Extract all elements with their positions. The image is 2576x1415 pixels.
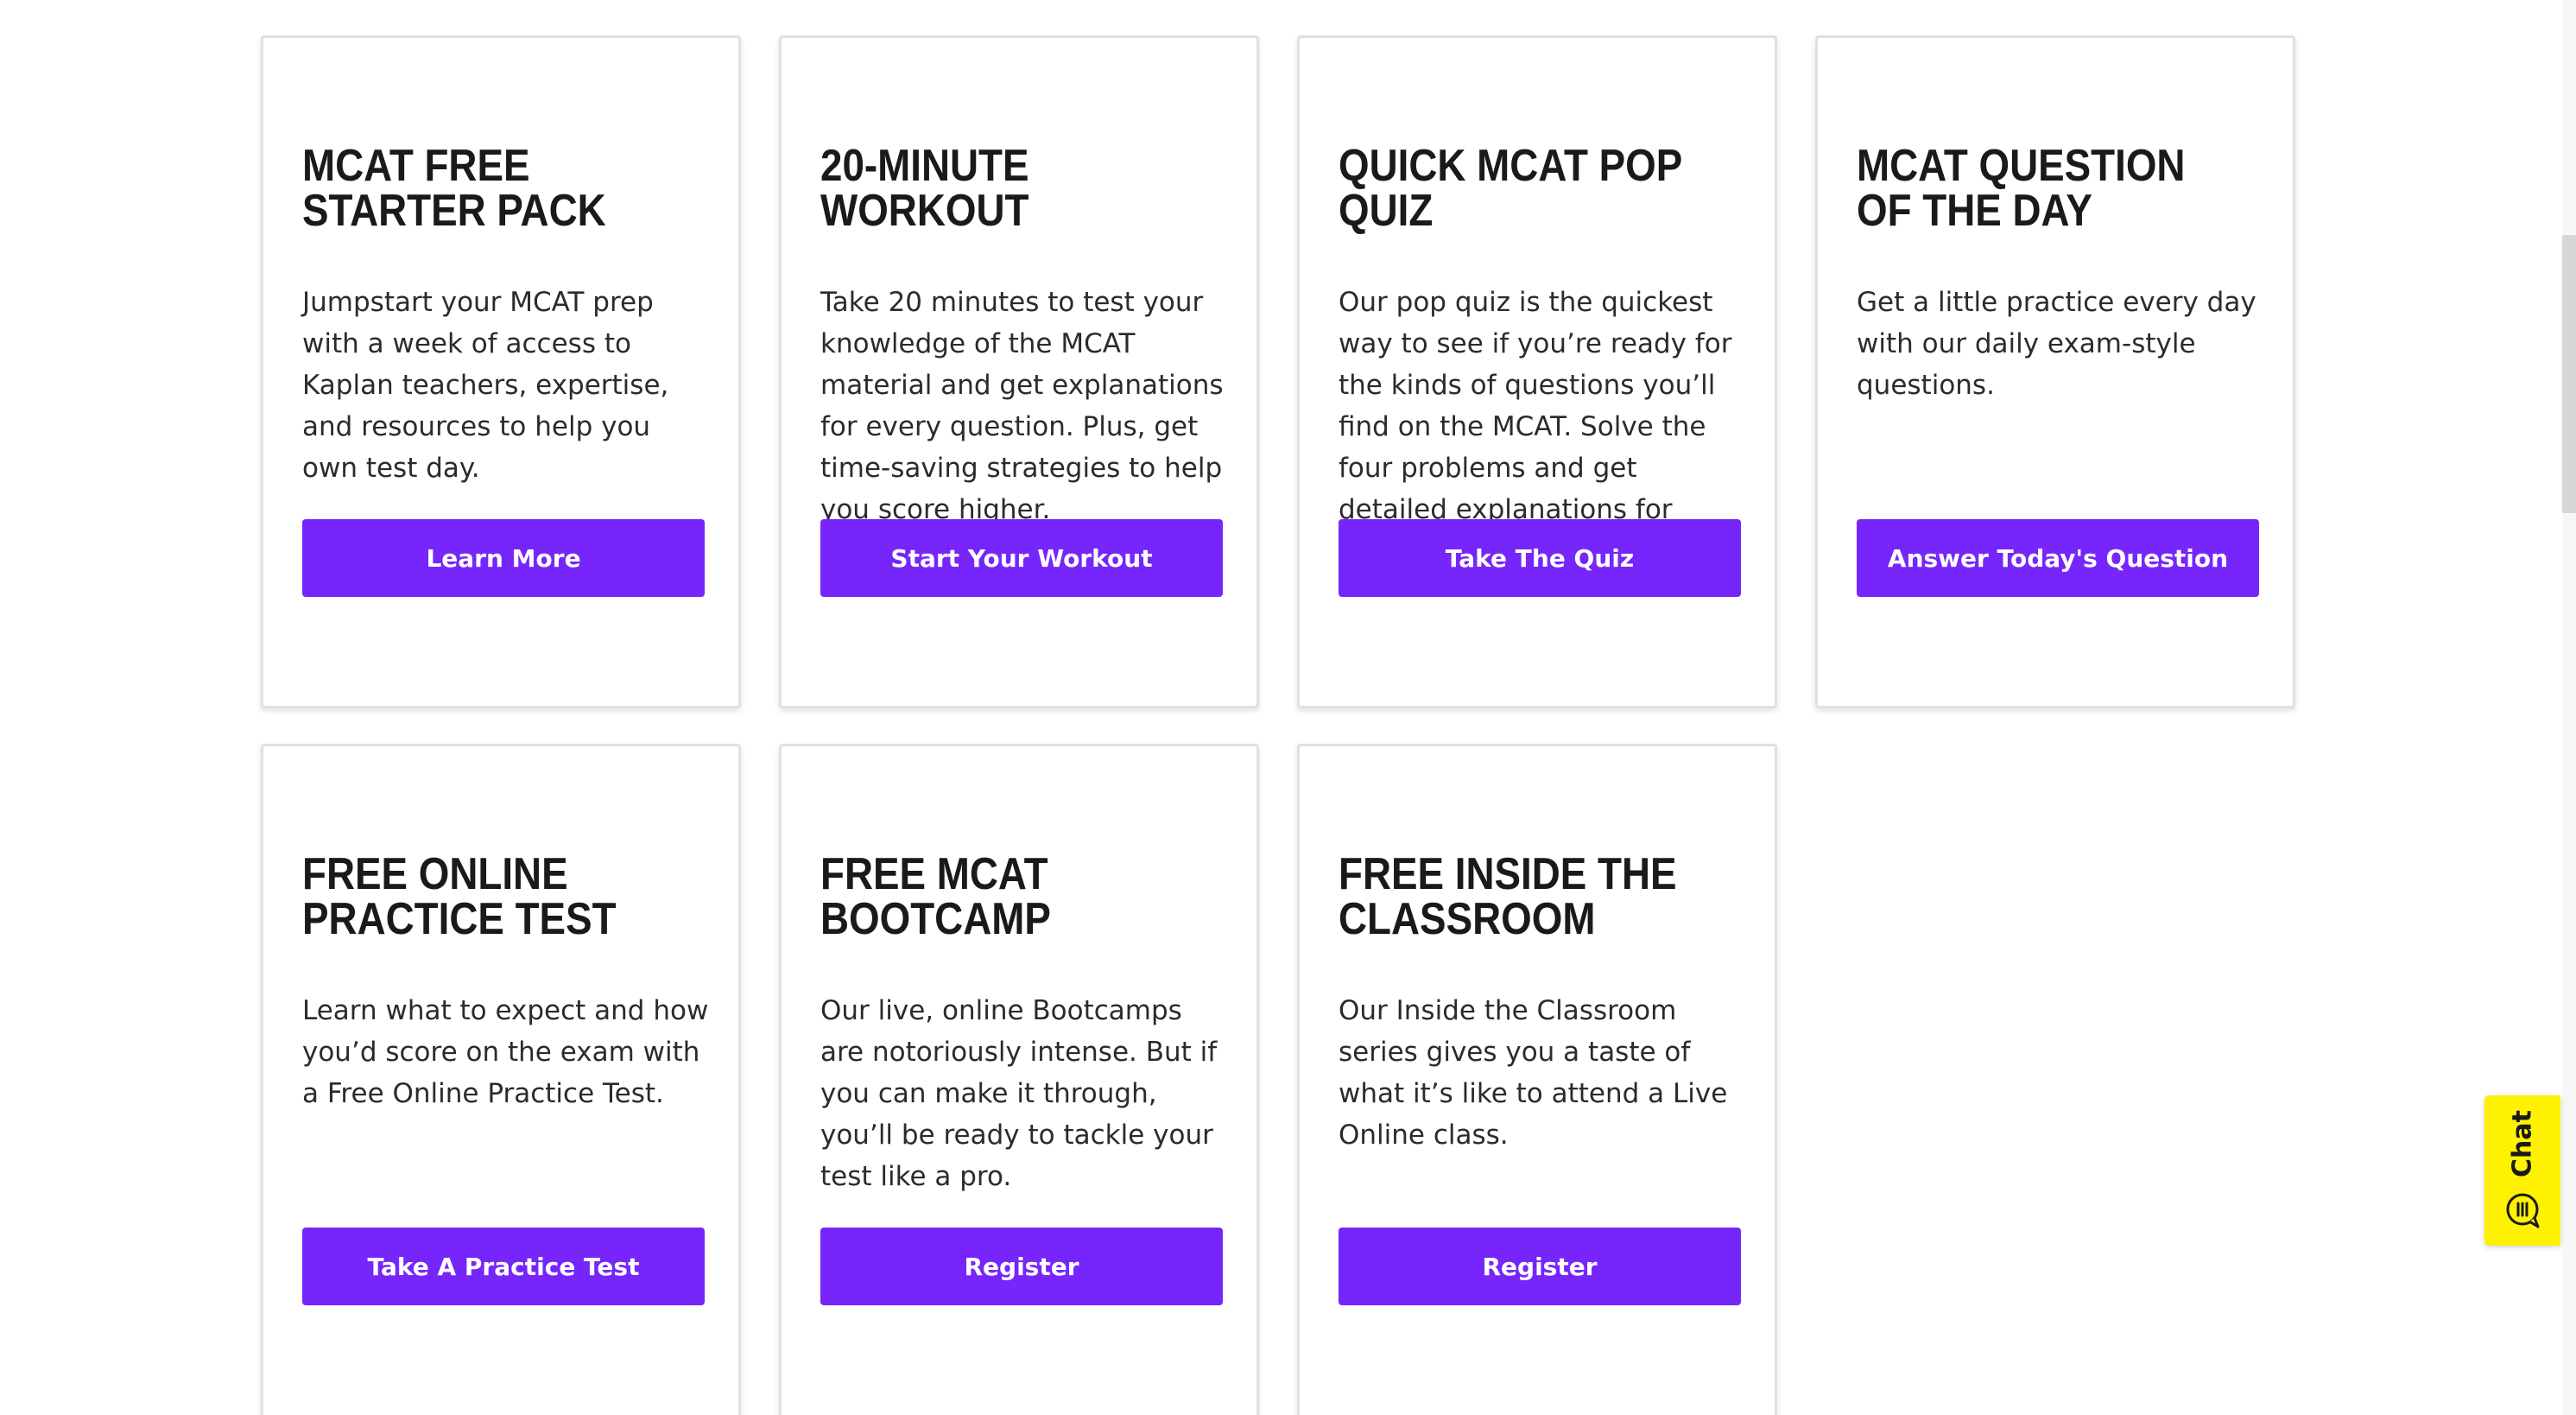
card-title-line: FREE MCAT: [820, 849, 1048, 899]
card-title: 20-MINUTE WORKOUT: [820, 143, 1185, 233]
card-title-line: MCAT QUESTION: [1857, 141, 2186, 191]
card-title-line: 20-MINUTE: [820, 141, 1029, 191]
card-quick-mcat-pop-quiz: QUICK MCAT POP QUIZ Our pop quiz is the q…: [1297, 35, 1777, 708]
card-title: MCAT QUESTION OF THE DAY: [1857, 143, 2221, 233]
register-bootcamp-button[interactable]: Register: [820, 1228, 1223, 1305]
card-title-line: PRACTICE TEST: [302, 894, 617, 944]
card-description: Our live, online Bootcamps are notorious…: [820, 995, 1218, 1192]
card-20-minute-workout: 20-MINUTE WORKOUT Take 20 minutes to test…: [779, 35, 1259, 708]
card-free-online-practice-test: FREE ONLINE PRACTICE TEST Learn what to e…: [261, 744, 741, 1415]
page: MCAT FREE STARTER PACK Jumpstart your MCA…: [0, 0, 2576, 1415]
register-classroom-button[interactable]: Register: [1339, 1228, 1741, 1305]
card-mcat-question-of-the-day: MCAT QUESTION OF THE DAY Get a little pra…: [1815, 35, 2295, 708]
scrollbar-thumb[interactable]: [2562, 235, 2576, 513]
card-title-line: QUICK MCAT POP: [1339, 141, 1683, 191]
card-description: Learn what to expect and how you’d score…: [302, 995, 709, 1109]
card-title-line: FREE ONLINE: [302, 849, 568, 899]
card-title: FREE INSIDE THE CLASSROOM: [1339, 852, 1703, 942]
take-a-practice-test-button[interactable]: Take A Practice Test: [302, 1228, 705, 1305]
card-description: Jumpstart your MCAT prep with a week of …: [302, 287, 669, 484]
card-title-line: WORKOUT: [820, 186, 1029, 236]
vertical-scrollbar[interactable]: [2562, 0, 2576, 1415]
card-title: FREE MCAT BOOTCAMP: [820, 852, 1185, 942]
card-title-line: MCAT FREE: [302, 141, 530, 191]
chat-bubble-icon: [2506, 1193, 2540, 1228]
card-title-line: STARTER PACK: [302, 186, 606, 236]
card-mcat-free-starter-pack: MCAT FREE STARTER PACK Jumpstart your MCA…: [261, 35, 741, 708]
start-your-workout-button[interactable]: Start Your Workout: [820, 519, 1223, 597]
answer-todays-question-button[interactable]: Answer Today's Question: [1857, 519, 2259, 597]
card-free-inside-the-classroom: FREE INSIDE THE CLASSROOM Our Inside the …: [1297, 744, 1777, 1415]
card-title-line: FREE INSIDE THE: [1339, 849, 1677, 899]
chat-label: Chat: [2507, 1110, 2538, 1177]
take-the-quiz-button[interactable]: Take The Quiz: [1339, 519, 1741, 597]
card-description: Our Inside the Classroom series gives yo…: [1339, 995, 1728, 1151]
chat-button[interactable]: Chat: [2484, 1095, 2560, 1246]
card-description: Take 20 minutes to test your knowledge o…: [820, 287, 1224, 525]
card-title: QUICK MCAT POP QUIZ: [1339, 143, 1703, 233]
card-title-line: QUIZ: [1339, 186, 1434, 236]
card-title: FREE ONLINE PRACTICE TEST: [302, 852, 667, 942]
card-free-mcat-bootcamp: FREE MCAT BOOTCAMP Our live, online Bootc…: [779, 744, 1259, 1415]
card-title: MCAT FREE STARTER PACK: [302, 143, 667, 233]
card-title-line: BOOTCAMP: [820, 894, 1051, 944]
card-title-line: OF THE DAY: [1857, 186, 2092, 236]
card-description: Get a little practice every day with our…: [1857, 287, 2256, 401]
learn-more-button[interactable]: Learn More: [302, 519, 705, 597]
card-title-line: CLASSROOM: [1339, 894, 1596, 944]
